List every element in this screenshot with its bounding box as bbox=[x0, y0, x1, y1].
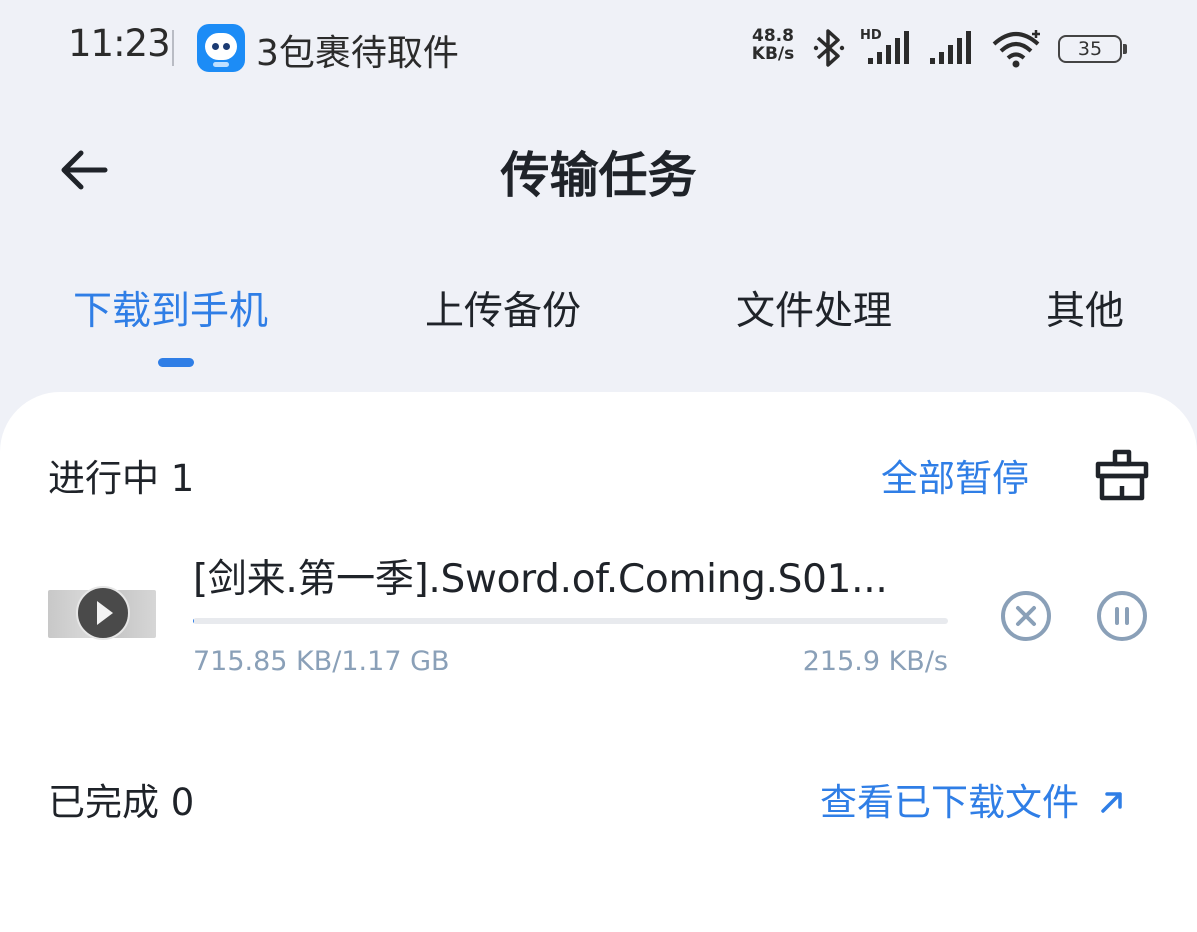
signal-hd-label: HD bbox=[860, 28, 882, 43]
view-downloaded-files-label: 查看已下载文件 bbox=[820, 781, 1079, 824]
page-title: 传输任务 bbox=[0, 136, 1197, 207]
status-separator bbox=[172, 30, 174, 66]
network-speed-unit: KB/s bbox=[745, 45, 801, 63]
signal-strength-icon-sim1: HD bbox=[860, 26, 918, 70]
play-icon bbox=[75, 585, 131, 641]
pause-circle-icon bbox=[1099, 593, 1145, 639]
view-downloaded-files-link[interactable]: 查看已下载文件 bbox=[820, 772, 1127, 826]
status-time: 11:23 bbox=[68, 22, 170, 65]
download-speed: 215.9 KB/s bbox=[803, 646, 948, 677]
battery-level: 35 bbox=[1060, 37, 1120, 61]
network-speed: 48.8 KB/s bbox=[745, 27, 801, 63]
completed-title: 已完成 0 bbox=[48, 772, 194, 826]
tab-download-to-phone[interactable]: 下载到手机 bbox=[73, 280, 268, 336]
clean-button[interactable] bbox=[1092, 448, 1152, 504]
status-notification-text: 3包裹待取件 bbox=[256, 24, 459, 76]
app-notification-icon bbox=[197, 24, 245, 72]
cancel-download-button[interactable] bbox=[998, 588, 1054, 644]
status-bar: 11:23 3包裹待取件 48.8 KB/s HD 35 bbox=[0, 0, 1197, 96]
arrow-up-right-icon bbox=[1097, 787, 1127, 817]
broom-icon bbox=[1098, 452, 1146, 498]
download-progress-bar bbox=[193, 618, 948, 624]
tab-file-processing[interactable]: 文件处理 bbox=[736, 280, 892, 336]
wifi-icon bbox=[990, 26, 1046, 70]
close-circle-icon bbox=[1003, 593, 1049, 639]
pause-download-button[interactable] bbox=[1094, 588, 1150, 644]
in-progress-title: 进行中 1 bbox=[48, 448, 194, 502]
bluetooth-icon bbox=[810, 26, 848, 70]
signal-strength-icon-sim2 bbox=[926, 26, 978, 70]
battery-icon: 35 bbox=[1058, 35, 1122, 63]
file-name[interactable]: [剑来.第一季].Sword.of.Coming.S01... bbox=[193, 548, 953, 604]
pause-all-button[interactable]: 全部暂停 bbox=[881, 448, 1029, 502]
tab-active-indicator bbox=[158, 358, 194, 367]
tab-upload-backup[interactable]: 上传备份 bbox=[425, 280, 581, 336]
network-speed-value: 48.8 bbox=[745, 27, 801, 45]
file-size-progress: 715.85 KB/1.17 GB bbox=[193, 646, 450, 677]
tab-other[interactable]: 其他 bbox=[1046, 280, 1124, 336]
